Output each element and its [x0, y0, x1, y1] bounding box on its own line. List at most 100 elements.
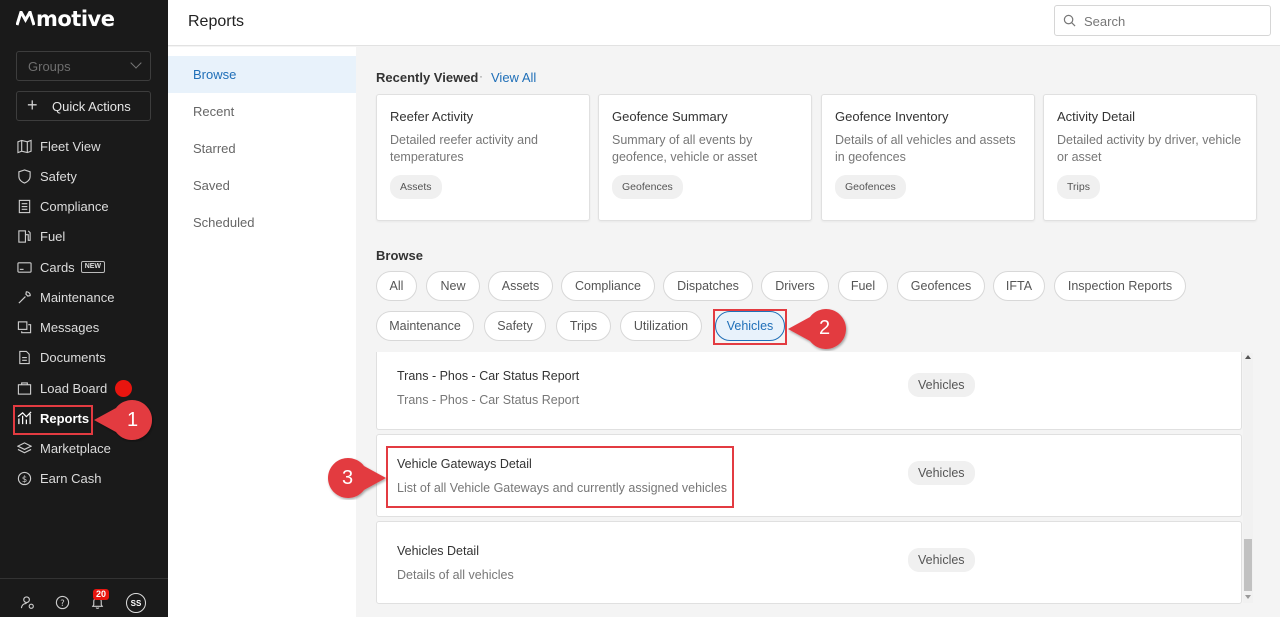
subnav-browse[interactable]: Browse [168, 56, 356, 93]
sidebar-item-compliance[interactable]: Compliance [16, 195, 156, 217]
sidebar: motive Groups + Quick Actions Fleet View… [0, 0, 168, 617]
chevron-down-icon [130, 57, 142, 69]
wrench-icon [16, 289, 32, 305]
shield-icon [16, 168, 32, 184]
top-header: Reports [168, 0, 1280, 46]
avatar[interactable]: SS [126, 593, 146, 613]
notification-count-badge: 20 [93, 589, 110, 600]
groups-placeholder: Groups [28, 59, 71, 74]
card-tag: Assets [390, 175, 442, 199]
sidebar-item-maintenance[interactable]: Maintenance [16, 286, 156, 308]
report-title: Vehicles Detail [397, 544, 479, 558]
filter-drivers[interactable]: Drivers [761, 271, 829, 301]
sidebar-divider [0, 578, 168, 579]
filter-new[interactable]: New [426, 271, 480, 301]
filter-safety[interactable]: Safety [484, 311, 546, 341]
map-icon [16, 138, 32, 154]
card-title: Activity Detail [1057, 109, 1136, 124]
subnav-recent[interactable]: Recent [168, 93, 356, 130]
report-row-vehicles-detail[interactable]: Vehicles Detail Details of all vehicles … [376, 521, 1242, 604]
sidebar-item-documents[interactable]: Documents [16, 346, 156, 368]
card-icon [16, 259, 32, 275]
scrollbar-thumb[interactable] [1244, 539, 1252, 591]
search-input[interactable] [1084, 12, 1264, 30]
quick-actions-button[interactable]: + Quick Actions [16, 91, 151, 121]
report-list-scrollbar[interactable] [1243, 353, 1253, 603]
sidebar-item-label: Fleet View [40, 138, 101, 154]
card-title: Geofence Inventory [835, 109, 949, 124]
filter-maintenance[interactable]: Maintenance [376, 311, 474, 341]
recent-card-reefer-activity[interactable]: Reefer Activity Detailed reefer activity… [376, 94, 590, 221]
recent-card-geofence-inventory[interactable]: Geofence Inventory Details of all vehicl… [821, 94, 1035, 221]
filter-ifta[interactable]: IFTA [993, 271, 1045, 301]
svg-text:$: $ [21, 473, 26, 483]
scroll-down-arrow-icon[interactable] [1245, 595, 1251, 599]
card-tag: Trips [1057, 175, 1100, 199]
search-box[interactable] [1054, 5, 1271, 36]
callout-3-number: 3 [342, 467, 354, 489]
subnav-scheduled[interactable]: Scheduled [168, 204, 356, 241]
sidebar-item-label: Compliance [40, 198, 109, 214]
sidebar-item-label: Safety [40, 168, 77, 184]
highlight-box-vehicles [713, 309, 787, 345]
sidebar-item-safety[interactable]: Safety [16, 165, 156, 187]
filter-dispatches[interactable]: Dispatches [663, 271, 753, 301]
document-icon [16, 198, 32, 214]
card-title: Geofence Summary [612, 109, 728, 124]
card-description: Details of all vehicles and assets in ge… [835, 133, 1016, 164]
help-icon[interactable]: ? [52, 592, 72, 612]
filter-fuel[interactable]: Fuel [838, 271, 888, 301]
card-description: Detailed reefer activity and temperature… [390, 133, 538, 164]
subnav-saved[interactable]: Saved [168, 167, 356, 204]
filter-all[interactable]: All [376, 271, 417, 301]
load-board-alert-dot [115, 379, 133, 397]
callout-3-badge [328, 458, 386, 498]
filter-compliance[interactable]: Compliance [561, 271, 655, 301]
quick-actions-label: Quick Actions [52, 99, 131, 114]
sidebar-item-cards[interactable]: Cards NEW [16, 256, 156, 278]
filter-inspection-reports[interactable]: Inspection Reports [1054, 271, 1186, 301]
load-board-icon [16, 380, 32, 396]
browse-title: Browse [376, 248, 423, 263]
filter-utilization[interactable]: Utilization [620, 311, 702, 341]
layers-icon [16, 440, 32, 456]
card-description: Detailed activity by driver, vehicle or … [1057, 133, 1242, 164]
sidebar-item-label: Load Board [40, 380, 108, 396]
report-tag: Vehicles [908, 373, 975, 397]
filter-geofences[interactable]: Geofences [897, 271, 985, 301]
recent-card-activity-detail[interactable]: Activity Detail Detailed activity by dri… [1043, 94, 1257, 221]
svg-text:?: ? [60, 597, 64, 607]
sidebar-item-label: Marketplace [40, 440, 111, 456]
recent-card-geofence-summary[interactable]: Geofence Summary Summary of all events b… [598, 94, 812, 221]
report-tag: Vehicles [908, 548, 975, 572]
sidebar-item-earn-cash[interactable]: $ Earn Cash [16, 467, 156, 489]
sidebar-item-fuel[interactable]: Fuel [16, 225, 156, 247]
report-row-trans-phos[interactable]: Trans - Phos - Car Status Report Trans -… [376, 352, 1242, 430]
card-description: Summary of all events by geofence, vehic… [612, 133, 758, 164]
sidebar-item-fleet-view[interactable]: Fleet View [16, 135, 156, 157]
filter-trips[interactable]: Trips [556, 311, 611, 341]
scroll-up-arrow-icon[interactable] [1245, 355, 1251, 359]
subnav-starred[interactable]: Starred [168, 130, 356, 167]
groups-select[interactable]: Groups [16, 51, 151, 81]
user-settings-icon[interactable] [17, 592, 37, 612]
highlight-box-reports [13, 405, 93, 435]
card-tag: Geofences [835, 175, 906, 199]
filter-assets[interactable]: Assets [488, 271, 553, 301]
logo-text: motive [36, 7, 115, 31]
report-title: Trans - Phos - Car Status Report [397, 369, 580, 383]
sidebar-item-load-board[interactable]: Load Board [16, 377, 156, 399]
card-tag: Geofences [612, 175, 683, 199]
sidebar-item-messages[interactable]: Messages [16, 316, 156, 338]
highlight-box-vehicle-gateways [386, 446, 734, 508]
sidebar-item-label: Maintenance [40, 289, 115, 305]
view-all-link[interactable]: View All [491, 70, 536, 85]
callout-2-number: 2 [819, 317, 831, 339]
sidebar-item-label: Earn Cash [40, 470, 102, 486]
new-badge: NEW [80, 261, 106, 273]
dollar-circle-icon: $ [16, 470, 32, 486]
documents-icon [16, 349, 32, 365]
messages-icon [16, 319, 32, 335]
sidebar-item-label: Cards [40, 259, 75, 275]
plus-icon: + [27, 95, 38, 115]
